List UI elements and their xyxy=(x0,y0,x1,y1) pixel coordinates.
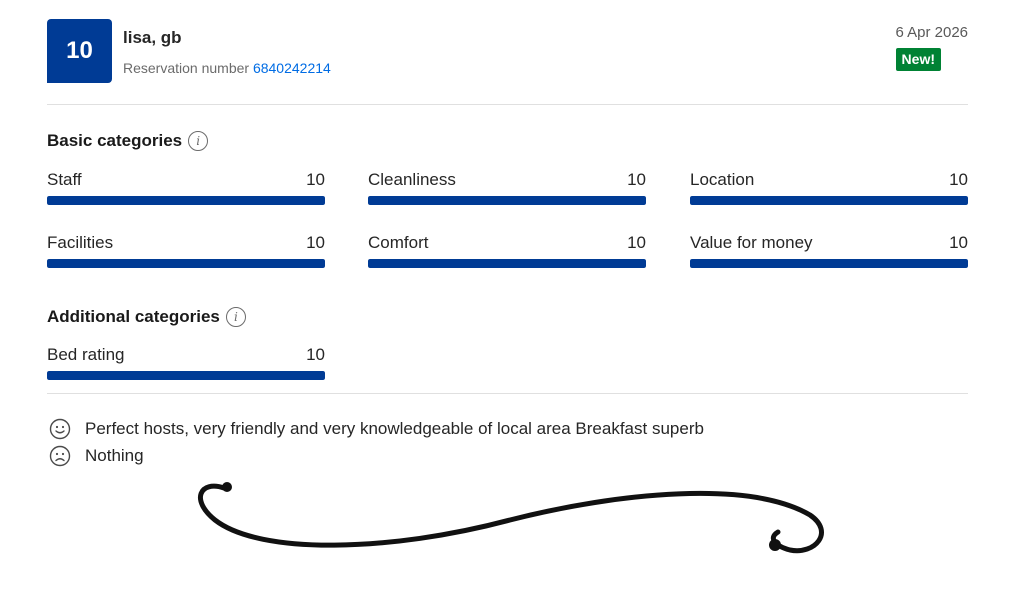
category-facilities: Facilities 10 xyxy=(47,233,325,273)
category-value: 10 xyxy=(949,170,968,189)
basic-categories-title: Basic categories i xyxy=(47,131,209,151)
category-label: Bed rating xyxy=(47,345,125,364)
category-bar-fill xyxy=(47,371,325,380)
category-value: 10 xyxy=(306,170,325,189)
info-icon[interactable]: i xyxy=(225,307,246,327)
positive-comment-text: Perfect hosts, very friendly and very kn… xyxy=(85,419,704,438)
category-bar-fill xyxy=(690,196,968,205)
guest-name: lisa, gb xyxy=(123,28,182,47)
category-bar xyxy=(368,259,646,268)
category-staff: Staff 10 xyxy=(47,170,325,210)
category-bar xyxy=(47,259,325,268)
category-value: 10 xyxy=(627,233,646,252)
category-label: Value for money xyxy=(690,233,813,252)
score-badge: 10 xyxy=(47,19,112,83)
additional-categories-title: Additional categories i xyxy=(47,307,246,327)
score-value: 10 xyxy=(66,37,93,64)
category-value: 10 xyxy=(949,233,968,252)
category-bar-fill xyxy=(47,259,325,268)
category-bar xyxy=(690,259,968,268)
category-bed-rating: Bed rating 10 xyxy=(47,345,325,385)
new-badge: New! xyxy=(895,48,941,71)
review-header: 10 lisa, gb Reservation number 684024221… xyxy=(47,19,968,89)
basic-categories-label: Basic categories xyxy=(47,131,183,150)
comments-divider xyxy=(47,393,968,394)
category-bar-fill xyxy=(368,196,646,205)
reservation-number-link[interactable]: 6840242214 xyxy=(253,60,331,76)
review-date: 6 Apr 2026 xyxy=(895,24,968,41)
smiley-face-icon xyxy=(49,418,71,440)
category-value: 10 xyxy=(306,345,325,364)
sad-face-icon xyxy=(49,445,71,467)
category-bar-fill xyxy=(368,259,646,268)
decorative-swirl xyxy=(198,482,824,554)
reservation-line: Reservation number 6840242214 xyxy=(123,60,331,76)
category-bar xyxy=(368,196,646,205)
category-value-for-money: Value for money 10 xyxy=(690,233,968,273)
reservation-label: Reservation number xyxy=(123,60,250,76)
header-divider xyxy=(47,104,968,105)
category-value: 10 xyxy=(306,233,325,252)
category-label: Location xyxy=(690,170,755,189)
category-label: Facilities xyxy=(47,233,114,252)
negative-comment: Nothing xyxy=(49,445,144,467)
positive-comment: Perfect hosts, very friendly and very kn… xyxy=(49,418,704,440)
category-label: Cleanliness xyxy=(368,170,456,189)
category-cleanliness: Cleanliness 10 xyxy=(368,170,646,210)
category-bar-fill xyxy=(47,196,325,205)
category-label: Comfort xyxy=(368,233,429,252)
category-bar-fill xyxy=(690,259,968,268)
category-comfort: Comfort 10 xyxy=(368,233,646,273)
negative-comment-text: Nothing xyxy=(85,446,144,465)
category-label: Staff xyxy=(47,170,82,189)
category-bar xyxy=(47,371,325,380)
category-location: Location 10 xyxy=(690,170,968,210)
info-icon[interactable]: i xyxy=(188,131,209,151)
category-bar xyxy=(690,196,968,205)
category-bar xyxy=(47,196,325,205)
category-value: 10 xyxy=(627,170,646,189)
additional-categories-label: Additional categories xyxy=(47,307,220,326)
